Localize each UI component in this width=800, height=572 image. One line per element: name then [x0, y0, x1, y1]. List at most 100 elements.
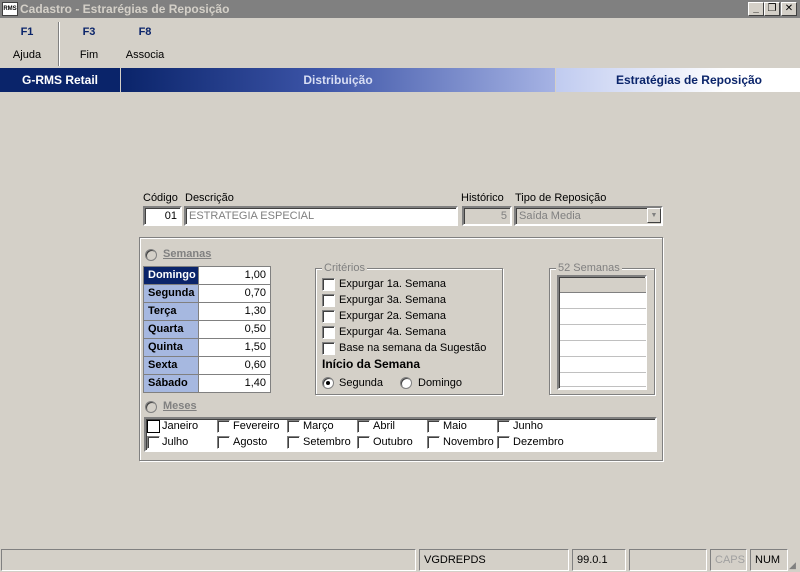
month-checkbox-novembro[interactable] — [427, 436, 440, 449]
associate-button[interactable]: F8 Associa — [122, 26, 168, 61]
window-title: Cadastro - Estrarégias de Reposição — [20, 2, 230, 16]
status-caps: CAPS — [710, 549, 747, 571]
help-label: Ajuda — [12, 49, 42, 61]
status-program: VGDREPDS — [419, 549, 569, 571]
grid-row[interactable] — [560, 309, 646, 325]
tipo-reposicao-label: Tipo de Reposição — [515, 192, 607, 204]
month-checkbox-agosto[interactable] — [217, 436, 230, 449]
month-checkbox-julho[interactable] — [147, 436, 160, 449]
descricao-field[interactable]: ESTRATEGIA ESPECIAL — [184, 206, 458, 226]
meses-radio[interactable] — [145, 401, 157, 413]
expurgar-1-label: Expurgar 1a. Semana — [339, 278, 447, 290]
day-name[interactable]: Sexta — [144, 357, 198, 374]
month-label: Maio — [443, 420, 467, 432]
month-checkbox-junho[interactable] — [497, 420, 510, 433]
month-checkbox-setembro[interactable] — [287, 436, 300, 449]
expurgar-1-checkbox[interactable] — [322, 278, 335, 291]
banner-module: Distribuição — [121, 68, 555, 92]
day-value[interactable]: 1,30 — [199, 303, 270, 320]
month-label: Agosto — [233, 436, 268, 448]
codigo-field[interactable]: 01 — [143, 206, 182, 226]
day-name[interactable]: Segunda — [144, 285, 198, 302]
tipo-reposicao-select[interactable]: Saída Media ▼ — [514, 206, 663, 226]
expurgar-2-label: Expurgar 2a. Semana — [339, 310, 447, 322]
day-name[interactable]: Domingo — [144, 267, 198, 284]
month-label: Dezembro — [513, 436, 564, 448]
chevron-down-icon[interactable]: ▼ — [647, 208, 661, 223]
expurgar-2-checkbox[interactable] — [322, 310, 335, 323]
app-icon[interactable]: RMS — [2, 2, 18, 16]
semanas52-label: 52 Semanas — [556, 262, 622, 274]
exit-button[interactable]: F3 Fim — [68, 26, 110, 61]
inicio-semana-label: Início da Semana — [322, 357, 421, 371]
month-checkbox-fevereiro[interactable] — [217, 420, 230, 433]
month-label: Outubro — [373, 436, 413, 448]
criterios-label: Critérios — [322, 262, 367, 274]
descricao-label: Descrição — [185, 192, 234, 204]
inicio-segunda-label: Segunda — [339, 377, 384, 389]
grid-row[interactable] — [560, 293, 646, 309]
exit-label: Fim — [79, 49, 99, 61]
restore-button[interactable]: ❐ — [764, 2, 780, 16]
banner-product: G-RMS Retail — [0, 68, 120, 92]
historico-value: 5 — [500, 210, 507, 222]
semanas-radio[interactable] — [145, 249, 157, 261]
day-value[interactable]: 0,70 — [199, 285, 270, 302]
month-label: Junho — [513, 420, 543, 432]
day-name[interactable]: Sábado — [144, 375, 198, 392]
grid-row[interactable] — [560, 341, 646, 357]
month-checkbox-maio[interactable] — [427, 420, 440, 433]
expurgar-4-label: Expurgar 4a. Semana — [339, 326, 447, 338]
minimize-button[interactable]: _ — [748, 2, 764, 16]
month-label: Julho — [162, 436, 189, 448]
help-button[interactable]: F1 Ajuda — [6, 26, 48, 61]
grid-row[interactable] — [560, 373, 646, 387]
grid-row[interactable] — [560, 325, 646, 341]
meses-label: Meses — [163, 400, 197, 412]
month-checkbox-janeiro[interactable] — [147, 420, 160, 433]
associate-label: Associa — [125, 49, 165, 61]
month-label: Setembro — [303, 436, 351, 448]
day-value[interactable]: 1,00 — [199, 267, 270, 284]
banner-screen: Estratégias de Reposição — [556, 68, 800, 92]
exit-key: F3 — [82, 26, 96, 38]
status-message — [1, 549, 416, 571]
grid-row[interactable] — [560, 357, 646, 373]
inicio-domingo-radio[interactable] — [400, 377, 412, 389]
month-label: Março — [303, 420, 334, 432]
base-sugestao-checkbox[interactable] — [322, 342, 335, 355]
month-checkbox-dezembro[interactable] — [497, 436, 510, 449]
day-name[interactable]: Quarta — [144, 321, 198, 338]
day-name[interactable]: Quinta — [144, 339, 198, 356]
day-value[interactable]: 1,50 — [199, 339, 270, 356]
expurgar-4-checkbox[interactable] — [322, 326, 335, 339]
inicio-segunda-radio[interactable] — [322, 377, 334, 389]
close-button[interactable]: ✕ — [781, 2, 797, 16]
day-value[interactable]: 0,50 — [199, 321, 270, 338]
help-key: F1 — [20, 26, 34, 38]
day-value[interactable]: 0,60 — [199, 357, 270, 374]
base-sugestao-label: Base na semana da Sugestão — [339, 342, 487, 354]
historico-label: Histórico — [461, 192, 504, 204]
size-grip-icon[interactable]: ◢ — [789, 559, 799, 571]
status-empty — [629, 549, 707, 571]
expurgar-3-checkbox[interactable] — [322, 294, 335, 307]
historico-field[interactable]: 5 — [462, 206, 512, 226]
month-checkbox-marco[interactable] — [287, 420, 300, 433]
inicio-domingo-label: Domingo — [418, 377, 463, 389]
day-name[interactable]: Terça — [144, 303, 198, 320]
title-bar[interactable]: RMS Cadastro - Estrarégias de Reposição … — [0, 0, 800, 18]
month-checkbox-outubro[interactable] — [357, 436, 370, 449]
month-label: Novembro — [443, 436, 494, 448]
month-label: Fevereiro — [233, 420, 280, 432]
month-label: Abril — [373, 420, 396, 432]
day-value[interactable]: 1,40 — [199, 375, 270, 392]
tipo-reposicao-value: Saída Media — [519, 210, 581, 222]
codigo-label: Código — [143, 192, 178, 204]
status-num: NUM — [750, 549, 788, 571]
associate-key: F8 — [138, 26, 152, 38]
toolbar-separator — [58, 22, 60, 66]
status-version: 99.0.1 — [572, 549, 626, 571]
expurgar-3-label: Expurgar 3a. Semana — [339, 294, 447, 306]
month-checkbox-abril[interactable] — [357, 420, 370, 433]
